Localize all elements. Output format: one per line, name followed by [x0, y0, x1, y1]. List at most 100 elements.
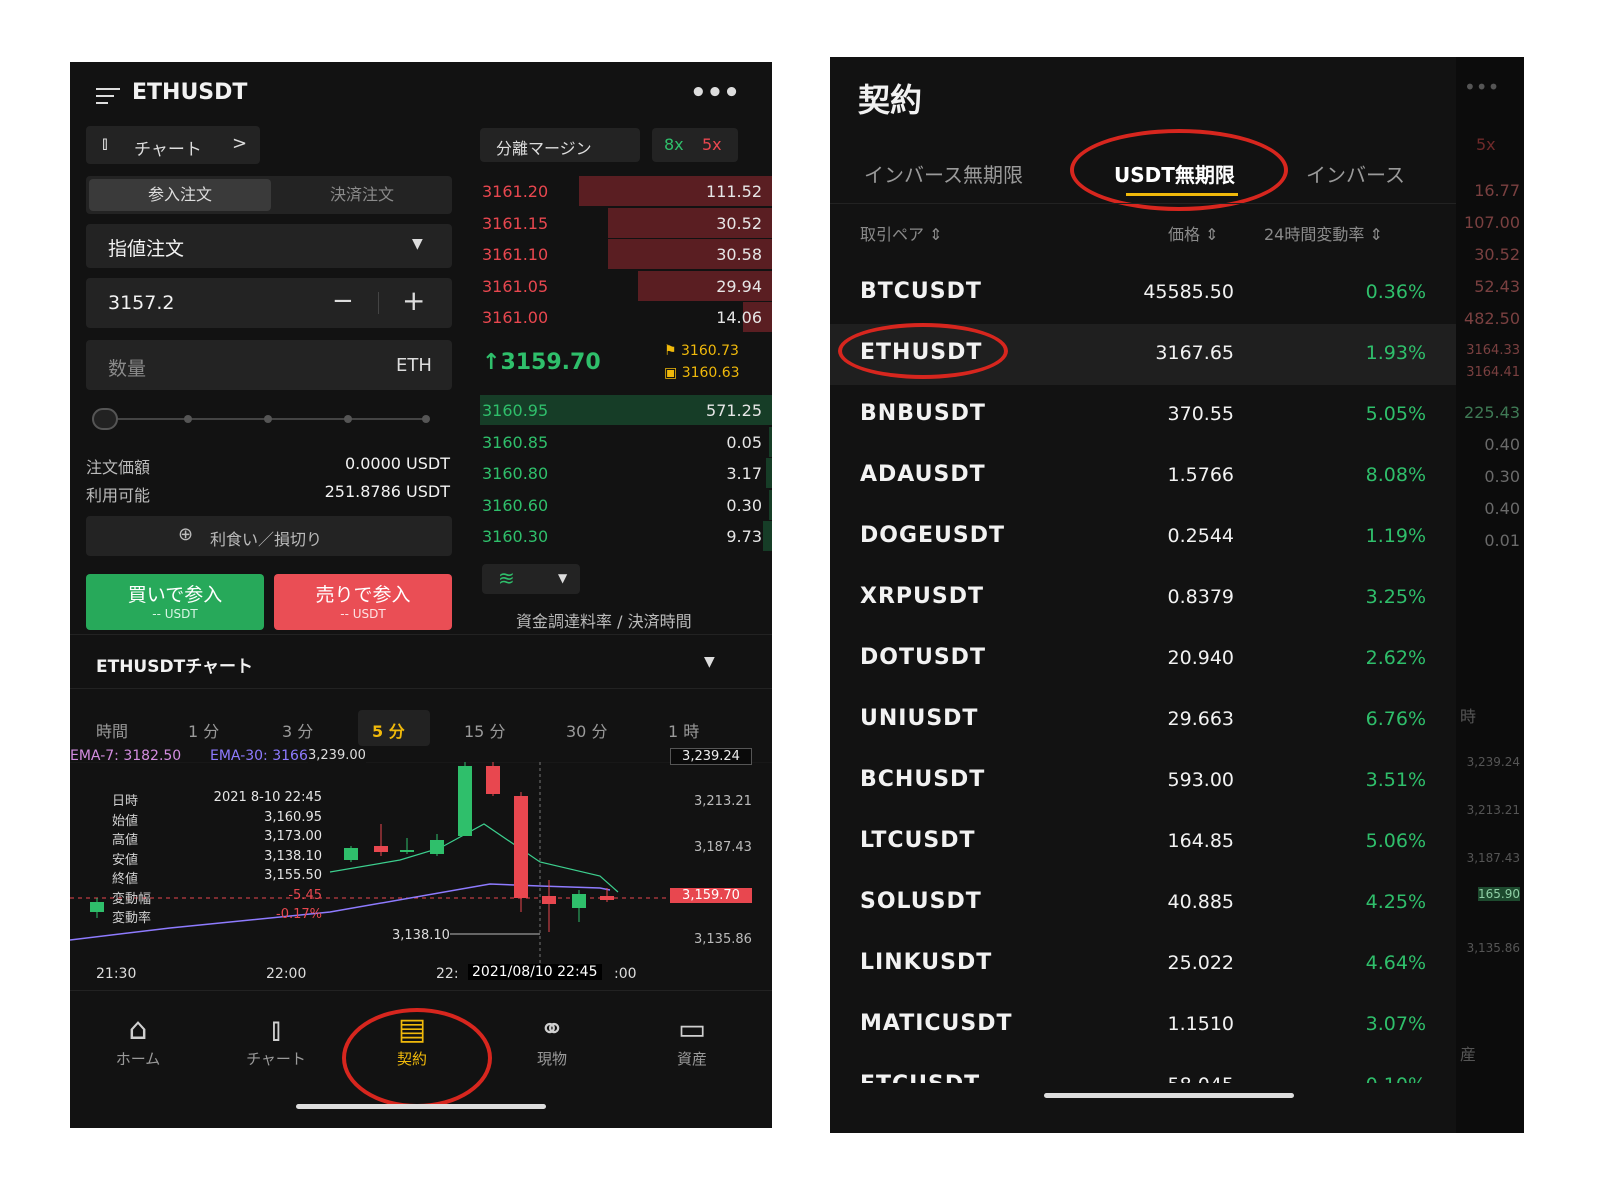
col-change[interactable]: 24時間変動率 ⇕: [1264, 221, 1383, 245]
y-label-0: 3,239.24: [670, 748, 752, 765]
funding-label[interactable]: 資金調達料率 / 決済時間: [516, 608, 692, 632]
info-key: 高値: [112, 833, 139, 848]
strip-value: 52.43: [1474, 277, 1520, 296]
contract-price: 593.00: [1167, 769, 1234, 791]
contract-symbol: ADAUSDT: [860, 462, 986, 487]
tp-sl-label: 利食い／損切り: [210, 530, 323, 549]
tab-close-order[interactable]: 決済注文: [274, 179, 450, 211]
sort-icon: ⇕: [1205, 225, 1219, 244]
contract-row[interactable]: SOLUSDT 40.885 4.25%: [830, 873, 1456, 934]
minus-icon[interactable]: −: [332, 286, 354, 316]
nav-chart[interactable]: ⫾ チャート: [216, 1012, 336, 1069]
bid-qty: 3.17: [726, 464, 762, 483]
price-input[interactable]: 3157.2 − +: [86, 278, 452, 328]
available-label: 利用可能: [86, 486, 151, 505]
col-pair[interactable]: 取引ペア ⇕: [860, 221, 943, 245]
flag-icon: ⚑: [664, 343, 677, 359]
collapse-icon[interactable]: ▼: [704, 654, 715, 670]
timeframe-tab[interactable]: 3 分: [282, 718, 313, 742]
bid-row[interactable]: 3160.30 9.73: [480, 521, 772, 553]
info-value: 3,160.95: [264, 809, 322, 825]
contract-row[interactable]: ETCUSDT 58.045 0.10%: [830, 1056, 1456, 1083]
strip-value: 225.43: [1464, 403, 1520, 422]
contract-symbol: XRPUSDT: [860, 584, 985, 609]
annotation-circle-ethusdt: [838, 323, 1008, 379]
timeframe-tab[interactable]: 5 分: [372, 718, 405, 742]
ask-row[interactable]: 3161.10 30.58: [480, 239, 772, 271]
contract-change: 5.05%: [1365, 403, 1426, 425]
contract-row[interactable]: BTCUSDT 45585.50 0.36%: [830, 263, 1456, 324]
nav-home[interactable]: ⌂ ホーム: [78, 1012, 198, 1069]
depth-toggle[interactable]: ≋ ▼: [482, 564, 580, 594]
wallet-icon: ▭: [677, 1012, 707, 1047]
contract-price: 58.045: [1168, 1074, 1234, 1083]
ask-row[interactable]: 3161.15 30.52: [480, 207, 772, 240]
strip-value: 482.50: [1464, 309, 1520, 328]
index-price-value: 3160.63: [681, 365, 740, 381]
contract-row[interactable]: UNIUSDT 29.663 6.76%: [830, 690, 1456, 751]
plus-icon[interactable]: +: [402, 284, 425, 317]
candle-body: [600, 896, 614, 900]
timeframe-tab[interactable]: 15 分: [464, 718, 505, 742]
margin-mode-button[interactable]: 分離マージン: [480, 128, 640, 162]
pair-title[interactable]: ETHUSDT: [132, 80, 247, 105]
col-price[interactable]: 価格 ⇕: [1168, 221, 1219, 245]
contract-row[interactable]: XRPUSDT 0.8379 3.25%: [830, 568, 1456, 629]
contract-symbol: BNBUSDT: [860, 401, 986, 426]
bid-depth-bar: [766, 458, 772, 488]
menu-icon[interactable]: [96, 86, 122, 106]
bid-row[interactable]: 3160.80 3.17: [480, 458, 772, 490]
contract-row[interactable]: BCHUSDT 593.00 3.51%: [830, 751, 1456, 812]
nav-assets[interactable]: ▭ 資産: [632, 1012, 752, 1069]
margin-mode-label: 分離マージン: [496, 139, 592, 158]
bid-price: 3160.95: [482, 401, 549, 420]
timeframe-tab[interactable]: 1 時: [668, 718, 699, 742]
contract-row[interactable]: BNBUSDT 370.55 5.05%: [830, 385, 1456, 446]
timeframe-tab[interactable]: 1 分: [188, 718, 219, 742]
contract-change: 5.06%: [1365, 830, 1426, 852]
ask-row[interactable]: 3161.20 111.52: [480, 176, 772, 208]
contract-change: 4.25%: [1365, 891, 1426, 913]
y-label-current: 3,159.70: [670, 888, 752, 903]
nav-spot[interactable]: ⚭ 現物: [492, 1012, 612, 1069]
tab-inverse[interactable]: インバース: [1306, 159, 1405, 188]
timeframe-tab[interactable]: 30 分: [566, 718, 607, 742]
contract-row[interactable]: ADAUSDT 1.5766 8.08%: [830, 446, 1456, 507]
quantity-slider[interactable]: [92, 406, 434, 432]
leverage-button[interactable]: 8x 5x: [652, 128, 738, 162]
annotation-circle-usdt-tab: [1070, 129, 1288, 211]
bid-row[interactable]: 3160.85 0.05: [480, 426, 772, 459]
x-label-crosshair: 2021/08/10 22:45: [468, 964, 602, 980]
buy-button[interactable]: 買いで参入 -- USDT: [86, 574, 264, 630]
tab-inverse-perpetual[interactable]: インバース無期限: [864, 159, 1023, 188]
chart-title[interactable]: ETHUSDTチャート: [96, 652, 253, 677]
tab-open-order[interactable]: 参入注文: [89, 179, 271, 211]
order-type-select[interactable]: 指値注文 ▼: [86, 224, 452, 268]
contract-change: 0.10%: [1366, 1074, 1426, 1083]
quantity-input[interactable]: 数量 ETH: [86, 340, 452, 390]
buy-label: 買いで参入: [127, 584, 223, 606]
contract-price: 45585.50: [1143, 281, 1234, 303]
dropdown-icon: ▼: [412, 236, 423, 252]
contract-change: 8.08%: [1365, 464, 1426, 486]
contract-row[interactable]: LINKUSDT 25.022 4.64%: [830, 934, 1456, 995]
home-indicator: [1044, 1093, 1294, 1098]
bid-row[interactable]: 3160.95 571.25: [480, 395, 772, 427]
order-value-label: 注文価額: [86, 458, 151, 477]
more-icon[interactable]: •••: [690, 78, 740, 108]
bid-row[interactable]: 3160.60 0.30: [480, 489, 772, 522]
strip-axis-label: 3,135.86: [1466, 941, 1520, 955]
contract-row[interactable]: MATICUSDT 1.1510 3.07%: [830, 995, 1456, 1056]
timeframe-tab[interactable]: 時間: [96, 718, 128, 742]
sell-button[interactable]: 売りで参入 -- USDT: [274, 574, 452, 630]
strip-value: 16.77: [1474, 181, 1520, 200]
contract-row[interactable]: DOGEUSDT 0.2544 1.19%: [830, 507, 1456, 568]
chart-link-button[interactable]: ⫾ チャート >: [86, 126, 260, 164]
tp-sl-button[interactable]: ⊕ 利食い／損切り: [86, 516, 452, 556]
depth-icon: ≋: [498, 566, 515, 590]
contract-row[interactable]: DOTUSDT 20.940 2.62%: [830, 629, 1456, 690]
sell-sub: -- USDT: [340, 607, 386, 621]
contract-row[interactable]: LTCUSDT 164.85 5.06%: [830, 812, 1456, 873]
ask-row[interactable]: 3161.05 29.94: [480, 270, 772, 303]
ask-row[interactable]: 3161.00 14.06: [480, 302, 772, 334]
